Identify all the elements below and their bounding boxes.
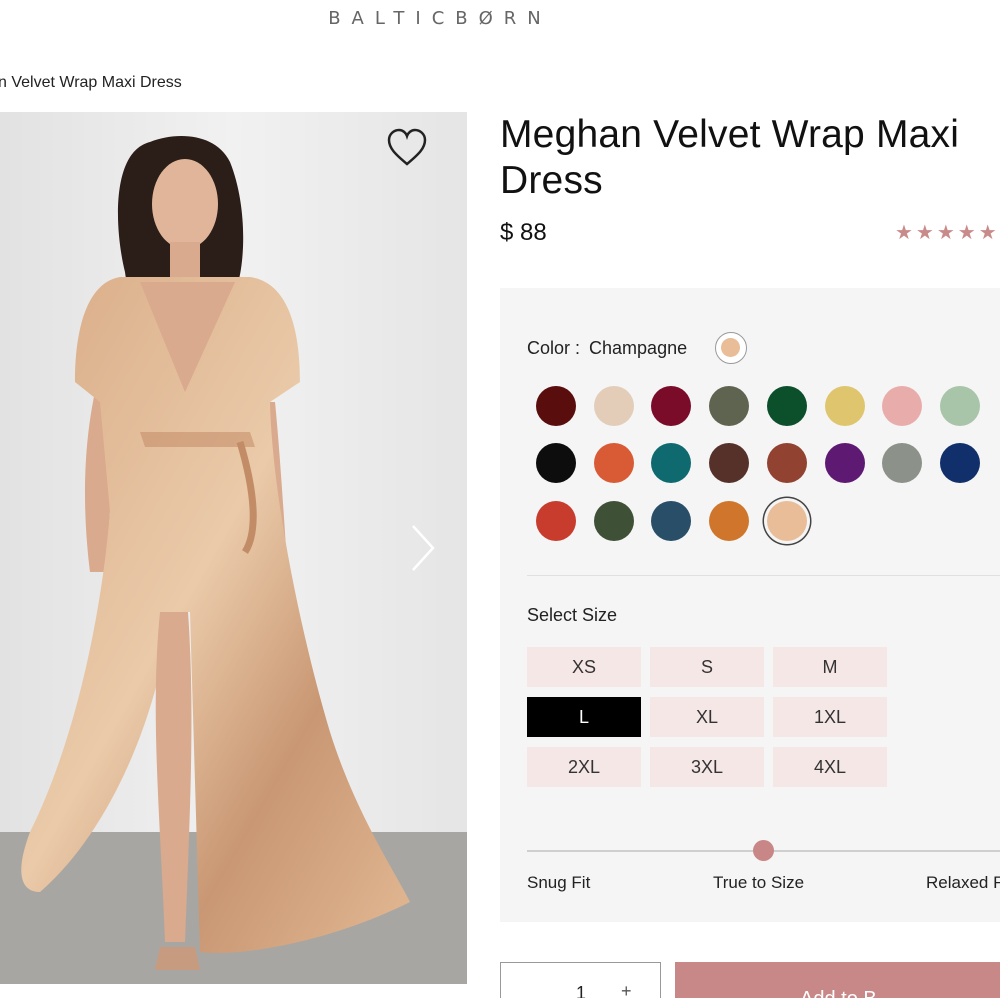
color-swatch[interactable] xyxy=(882,386,923,426)
fit-label-relaxed: Relaxed F xyxy=(926,873,1000,892)
section-divider xyxy=(527,575,1000,576)
add-to-bag-button[interactable]: Add to B xyxy=(675,962,1000,998)
size-label: Select Size xyxy=(527,605,618,625)
selected-color-dot xyxy=(721,338,740,357)
color-swatch[interactable] xyxy=(766,443,807,483)
color-swatch[interactable] xyxy=(766,501,807,541)
color-swatch[interactable] xyxy=(709,501,750,541)
fit-scale-marker xyxy=(753,840,774,861)
size-option-2xl[interactable]: 2XL xyxy=(527,747,641,787)
wishlist-heart-icon[interactable] xyxy=(385,126,429,170)
chevron-right-icon[interactable] xyxy=(405,522,441,574)
color-swatch[interactable] xyxy=(882,443,923,483)
color-swatch[interactable] xyxy=(709,386,750,426)
color-swatch[interactable] xyxy=(766,386,807,426)
quantity-stepper[interactable]: 1 + xyxy=(500,962,661,998)
quantity-plus-button[interactable]: + xyxy=(621,981,632,998)
quantity-value: 1 xyxy=(576,983,587,998)
fit-label-true: True to Size xyxy=(713,873,805,892)
color-swatch[interactable] xyxy=(593,501,634,541)
selected-color-indicator xyxy=(715,332,747,364)
color-swatch[interactable] xyxy=(709,443,750,483)
color-swatch[interactable] xyxy=(824,386,865,426)
size-option-4xl[interactable]: 4XL xyxy=(773,747,887,787)
size-option-xl[interactable]: XL xyxy=(650,697,764,737)
color-swatch[interactable] xyxy=(536,386,576,426)
selected-color-name: Champagne xyxy=(589,338,688,358)
color-label-prefix: Color : xyxy=(527,338,581,358)
dress-illustration xyxy=(0,112,467,984)
product-image[interactable] xyxy=(0,112,467,984)
size-option-xs[interactable]: XS xyxy=(527,647,641,687)
color-swatch[interactable] xyxy=(939,386,980,426)
color-label: Color : Champagne xyxy=(527,338,687,359)
color-swatch[interactable] xyxy=(824,443,865,483)
product-title: Meghan Velvet Wrap Maxi Dress xyxy=(500,113,960,202)
size-option-3xl[interactable]: 3XL xyxy=(650,747,764,787)
size-option-s[interactable]: S xyxy=(650,647,764,687)
color-swatch[interactable] xyxy=(593,443,634,483)
product-price: $ 88 xyxy=(500,219,547,246)
color-swatch[interactable] xyxy=(536,501,576,541)
size-option-1xl[interactable]: 1XL xyxy=(773,697,887,737)
breadcrumb: n Velvet Wrap Maxi Dress xyxy=(0,74,182,91)
size-option-l[interactable]: L xyxy=(527,697,641,737)
color-swatch[interactable] xyxy=(939,443,980,483)
brand-logo[interactable]: BALTICBØRN xyxy=(0,8,880,29)
color-swatch[interactable] xyxy=(593,386,634,426)
color-swatch[interactable] xyxy=(536,443,576,483)
rating-stars[interactable]: ★★★★★ xyxy=(895,220,1000,245)
fit-label-snug: Snug Fit xyxy=(527,873,591,892)
size-option-m[interactable]: M xyxy=(773,647,887,687)
